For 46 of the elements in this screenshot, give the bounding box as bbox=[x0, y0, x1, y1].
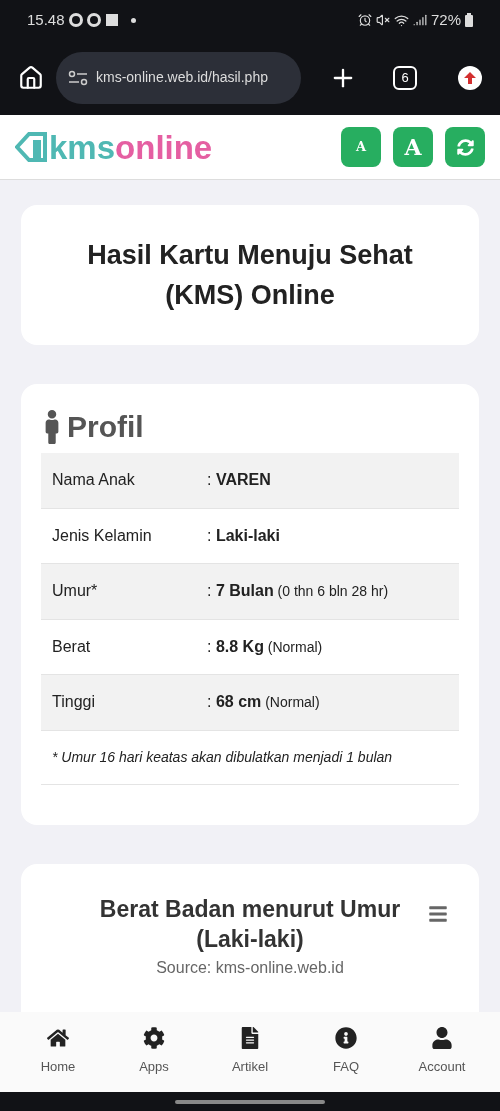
profile-heading: Profil bbox=[67, 409, 144, 445]
person-icon bbox=[431, 1027, 453, 1050]
battery-percent: 72% bbox=[430, 9, 461, 30]
document-icon bbox=[239, 1027, 261, 1050]
dot-icon bbox=[130, 17, 136, 23]
upload-icon[interactable] bbox=[458, 65, 482, 90]
field-value: : 7 Bulan (0 thn 6 bln 28 hr) bbox=[207, 581, 389, 602]
tab-count[interactable]: 6 bbox=[393, 65, 417, 90]
field-label: Umur* bbox=[52, 581, 99, 602]
ring-icon bbox=[68, 13, 83, 27]
battery-icon bbox=[465, 13, 473, 27]
gear-icon bbox=[143, 1027, 165, 1050]
nav-item[interactable]: Home bbox=[18, 1027, 98, 1077]
home-icon[interactable] bbox=[18, 64, 44, 91]
clock: 15.48 bbox=[27, 9, 65, 30]
nav-item[interactable]: Artikel bbox=[210, 1027, 290, 1077]
gesture-bar[interactable] bbox=[175, 1099, 325, 1104]
home-icon bbox=[47, 1027, 69, 1050]
menu-icon[interactable] bbox=[427, 903, 449, 924]
address-bar[interactable]: kms-online.web.id/hasil.php bbox=[56, 51, 301, 104]
mute-icon bbox=[375, 13, 390, 27]
refresh-button[interactable] bbox=[445, 127, 485, 167]
chart-source: Source: kms-online.web.id bbox=[155, 957, 345, 978]
age-note: * Umur 16 hari keatas akan dibulatkan menjadi 1 bulan bbox=[41, 730, 459, 785]
alarm-icon bbox=[357, 13, 372, 27]
refresh-icon bbox=[456, 138, 474, 156]
nav-item[interactable]: FAQ bbox=[306, 1027, 386, 1077]
nav-item[interactable]: Apps bbox=[114, 1027, 194, 1077]
ring-icon bbox=[86, 13, 101, 27]
chart-title: Berat Badan menurut Umur (Laki-laki) bbox=[98, 894, 402, 954]
field-label: Jenis Kelamin bbox=[52, 525, 153, 546]
nav-item[interactable]: Account bbox=[402, 1027, 482, 1077]
page-title: Hasil Kartu Menuju Sehat (KMS) Online bbox=[86, 239, 414, 312]
field-value: : 68 cm (Normal) bbox=[207, 692, 320, 713]
field-value: : 8.8 Kg (Normal) bbox=[207, 636, 323, 657]
url-text: kms-online.web.id/hasil.php bbox=[96, 68, 268, 87]
wifi-icon bbox=[393, 12, 409, 28]
field-label: Tinggi bbox=[52, 692, 96, 713]
field-label: Berat bbox=[52, 636, 92, 657]
site-settings-icon bbox=[68, 69, 88, 86]
field-value: : Laki-laki bbox=[207, 525, 280, 546]
info-icon bbox=[335, 1027, 357, 1050]
field-value: : VAREN bbox=[207, 470, 271, 491]
logo-icon bbox=[15, 130, 49, 164]
field-label: Nama Anak bbox=[52, 470, 136, 491]
signal-icon bbox=[412, 13, 427, 27]
